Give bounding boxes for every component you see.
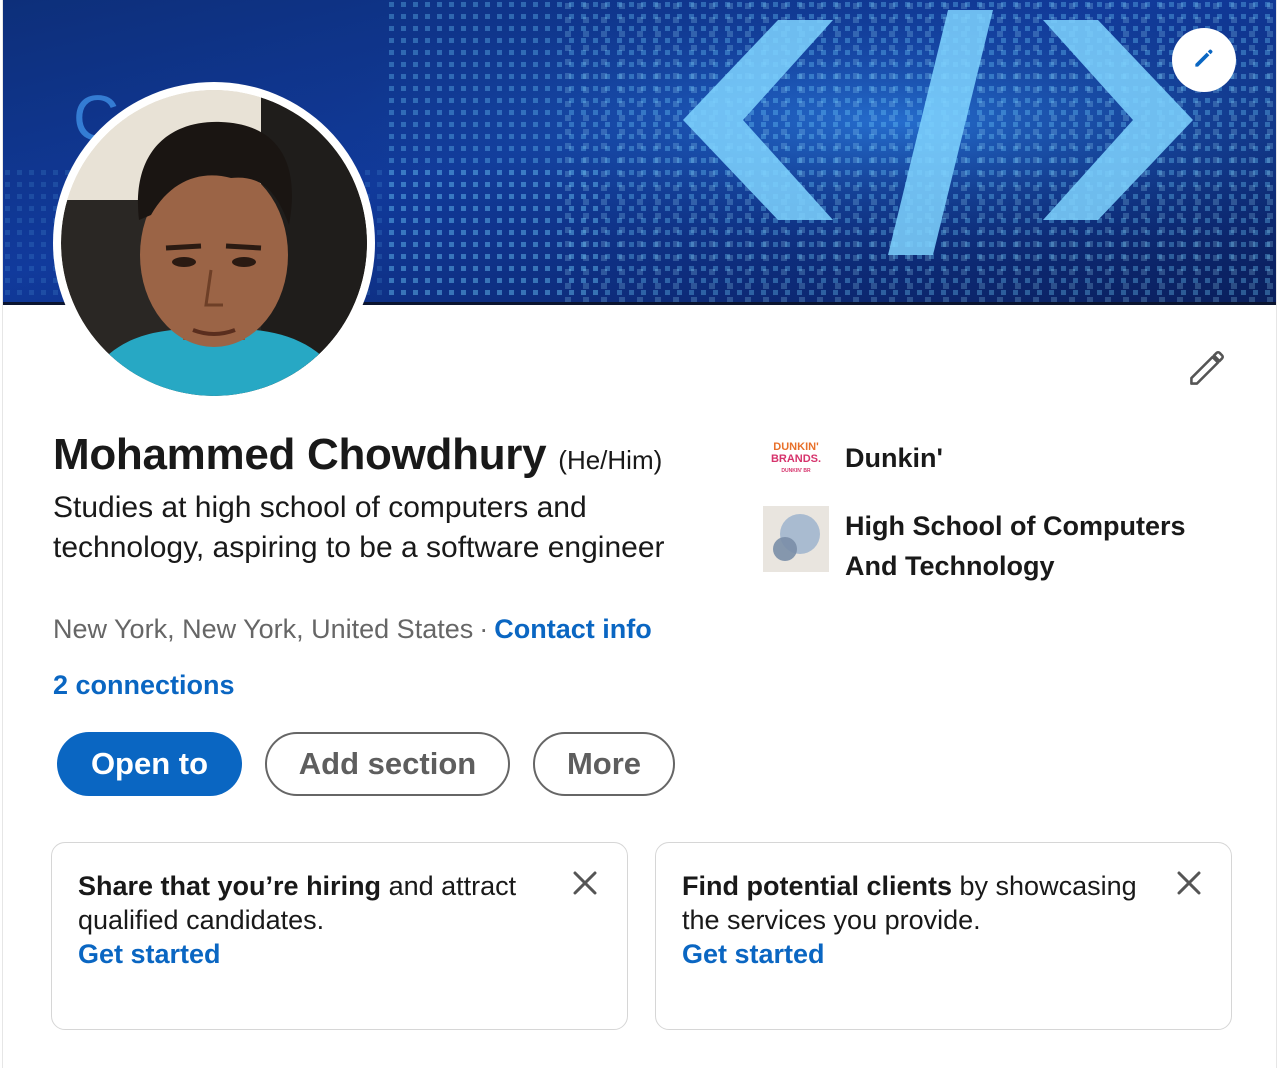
dunkin-logo-line1: DUNKIN': [773, 441, 819, 453]
dismiss-button[interactable]: [567, 867, 603, 903]
pencil-icon: [1185, 346, 1229, 395]
get-started-link[interactable]: Get started: [682, 937, 1151, 971]
pencil-icon: [1191, 45, 1217, 76]
promo-text: Share that you’re hiring and attract qua…: [78, 869, 547, 937]
org-name-dunkin: Dunkin': [845, 443, 943, 473]
close-icon: [1176, 870, 1202, 901]
profile-card: C Mohammed Chowdhury (He/Him) Studies at…: [2, 0, 1277, 1068]
get-started-link[interactable]: Get started: [78, 937, 547, 971]
promo-text: Find potential clients by showcasing the…: [682, 869, 1151, 937]
dunkin-logo: DUNKIN' BRANDS. DUNKIN' BR: [763, 430, 829, 486]
dunkin-logo-line3: DUNKIN' BR: [781, 468, 811, 474]
avatar-image: [61, 90, 367, 396]
profile-headline: Studies at high school of computers and …: [53, 491, 665, 564]
open-to-button[interactable]: Open to: [57, 732, 242, 796]
close-icon: [572, 870, 598, 901]
clients-promo-card: Find potential clients by showcasing the…: [655, 842, 1232, 1030]
contact-info-link[interactable]: Contact info: [494, 614, 651, 644]
promo-bold: Find potential clients: [682, 871, 953, 901]
separator: ·: [479, 614, 489, 644]
profile-photo[interactable]: [53, 82, 375, 404]
profile-pronouns: (He/Him): [558, 445, 663, 475]
org-high-school[interactable]: High School of Computers And Technology: [763, 506, 1215, 586]
profile-location: New York, New York, United States: [53, 614, 474, 644]
dunkin-logo-line2: BRANDS.: [771, 453, 821, 465]
connections-link[interactable]: 2 connections: [53, 670, 235, 701]
add-section-button[interactable]: Add section: [265, 732, 510, 796]
profile-name: Mohammed Chowdhury: [53, 430, 547, 479]
hiring-promo-card: Share that you’re hiring and attract qua…: [51, 842, 628, 1030]
edit-intro-button[interactable]: [1183, 346, 1231, 394]
school-logo: [763, 506, 829, 572]
org-name-high-school: High School of Computers And Technology: [845, 511, 1186, 581]
promo-bold: Share that you’re hiring: [78, 871, 382, 901]
name-row: Mohammed Chowdhury (He/Him): [53, 430, 662, 480]
dismiss-button[interactable]: [1171, 867, 1207, 903]
location-row: New York, New York, United States · Contac…: [53, 614, 652, 645]
edit-banner-button[interactable]: [1172, 28, 1236, 92]
more-button[interactable]: More: [533, 732, 675, 796]
org-dunkin[interactable]: DUNKIN' BRANDS. DUNKIN' BR Dunkin': [763, 430, 1215, 486]
